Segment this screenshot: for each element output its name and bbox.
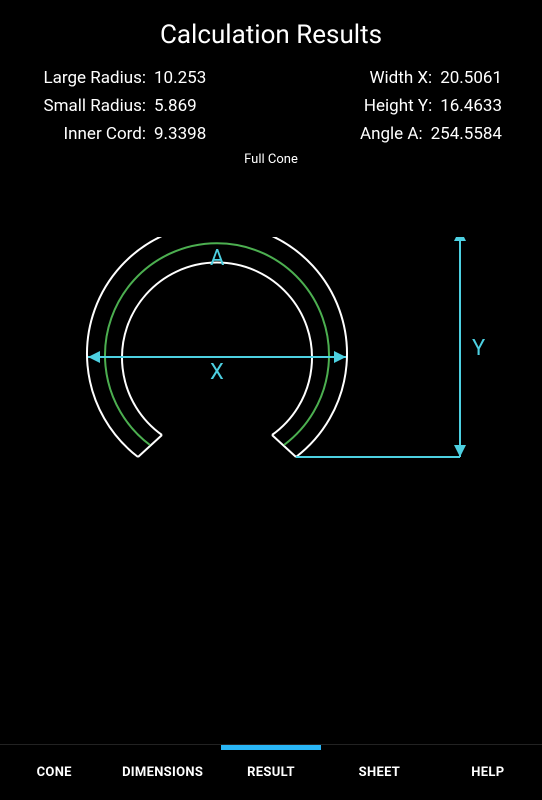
width-x-pair: Width X: 20.5061 xyxy=(363,68,502,88)
height-y-pair: Height Y: 16.4633 xyxy=(363,96,502,116)
large-radius-value: 10.253 xyxy=(152,68,206,88)
large-radius-pair: Large Radius: 10.253 xyxy=(40,68,206,88)
angle-a-value: 254.5584 xyxy=(429,124,502,144)
angle-a-label: Angle A: xyxy=(354,124,429,144)
small-radius-value: 5.869 xyxy=(152,96,197,116)
angle-a-arc-icon xyxy=(105,243,329,445)
angle-a-pair: Angle A: 254.5584 xyxy=(354,124,502,144)
bottom-tabbar: CONE DIMENSIONS RESULT SHEET HELP xyxy=(0,744,542,800)
tab-sheet[interactable]: SHEET xyxy=(325,745,433,800)
result-row: Inner Cord: 9.3398 Angle A: 254.5584 xyxy=(40,124,502,144)
diagram-area: A X Y xyxy=(0,167,542,527)
tab-help[interactable]: HELP xyxy=(434,745,542,800)
tab-cone[interactable]: CONE xyxy=(0,745,108,800)
cone-diagram-icon: A X Y xyxy=(38,237,498,527)
label-a: A xyxy=(210,246,225,271)
tab-dimensions[interactable]: DIMENSIONS xyxy=(108,745,216,800)
result-row: Large Radius: 10.253 Width X: 20.5061 xyxy=(40,68,502,88)
header: Calculation Results xyxy=(0,0,542,50)
inner-arc-icon xyxy=(122,263,312,435)
width-x-value: 20.5061 xyxy=(438,68,502,88)
results-panel: Large Radius: 10.253 Width X: 20.5061 Sm… xyxy=(0,50,542,167)
small-radius-label: Small Radius: xyxy=(40,96,152,116)
width-x-label: Width X: xyxy=(363,68,438,88)
page-title: Calculation Results xyxy=(0,20,542,50)
arrow-left-icon xyxy=(88,351,100,363)
label-x: X xyxy=(210,360,224,385)
small-radius-pair: Small Radius: 5.869 xyxy=(40,96,197,116)
arrow-right-icon xyxy=(334,351,346,363)
result-row: Small Radius: 5.869 Height Y: 16.4633 xyxy=(40,96,502,116)
arrow-down-icon xyxy=(454,445,466,457)
height-y-value: 16.4633 xyxy=(438,96,502,116)
large-radius-label: Large Radius: xyxy=(40,68,152,88)
cone-type-label: Full Cone xyxy=(40,152,502,167)
arrow-up-icon xyxy=(454,237,466,241)
tab-result[interactable]: RESULT xyxy=(217,745,325,800)
inner-cord-value: 9.3398 xyxy=(152,124,206,144)
label-y: Y xyxy=(472,336,486,361)
height-y-label: Height Y: xyxy=(363,96,438,116)
inner-cord-pair: Inner Cord: 9.3398 xyxy=(40,124,206,144)
inner-cord-label: Inner Cord: xyxy=(40,124,152,144)
